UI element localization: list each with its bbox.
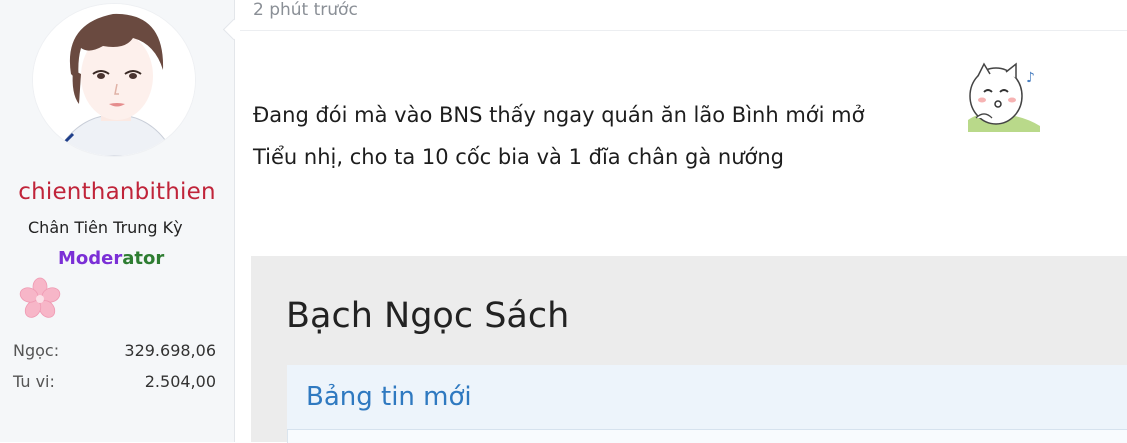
message-meta [240, 0, 1127, 31]
stat-value: 329.698,06 [124, 341, 216, 360]
stat-label: Ngọc: [13, 341, 60, 360]
whistling-emoticon-icon: ♪ [968, 62, 1040, 132]
cherry-blossom-icon [19, 277, 61, 318]
message-line-2: Tiểu nhị, cho ta 10 cốc bia và 1 đĩa châ… [253, 145, 785, 169]
stat-label: Tu vi: [13, 372, 55, 391]
embed-site-title: Bạch Ngọc Sách [286, 296, 570, 336]
username[interactable]: chienthanbithien [0, 179, 234, 205]
user-sidebar: chienthanbithien Chân Tiên Trung Kỳ Mode… [0, 0, 235, 442]
role-badge: Moderator [58, 248, 164, 269]
stat-value: 2.504,00 [144, 372, 216, 391]
avatar-illustration [33, 4, 195, 156]
role-badge-part1: Moder [58, 248, 123, 269]
svg-text:♪: ♪ [1026, 70, 1035, 86]
post-timestamp[interactable]: 2 phút trước [253, 0, 358, 20]
role-badge-part2: ator [122, 248, 165, 269]
news-panel-title[interactable]: Bảng tin mới [306, 382, 472, 412]
user-rank-title: Chân Tiên Trung Kỳ [28, 218, 183, 237]
avatar[interactable] [33, 4, 195, 156]
